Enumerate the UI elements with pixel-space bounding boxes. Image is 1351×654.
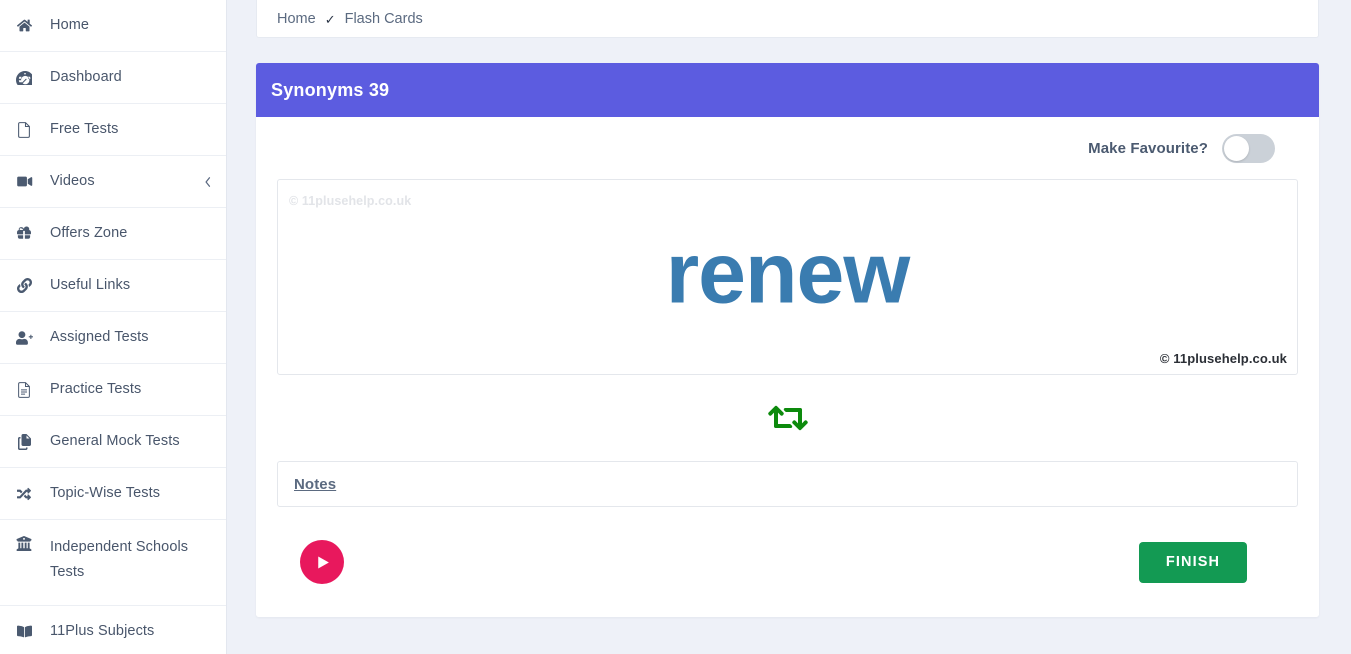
sidebar-item-label: Home [50,17,90,34]
dashboard-icon [12,70,36,86]
breadcrumb-home-link[interactable]: Home [277,11,316,27]
sidebar-item-label: 11Plus Subjects [50,623,155,640]
flip-row [276,375,1299,461]
make-favourite-label: Make Favourite? [1088,139,1208,157]
sidebar-item-videos[interactable]: Videos [0,156,226,208]
sidebar-item-label: Practice Tests [50,381,142,398]
app-root: Home Dashboard Free Tests Videos Offers … [0,0,1351,654]
panel-body: Make Favourite? © 11plusehelp.co.uk rene… [256,117,1319,617]
flashcard-panel: Synonyms 39 Make Favourite? © 11plusehel… [256,63,1319,617]
sidebar-item-label: Assigned Tests [50,329,149,346]
sidebar-item-11plus-subjects[interactable]: 11Plus Subjects [0,606,226,654]
user-plus-icon [12,330,36,345]
sidebar-item-label: Videos [50,173,95,190]
watermark-top: © 11plusehelp.co.uk [289,194,412,208]
flash-card[interactable]: © 11plusehelp.co.uk renew © 11plusehelp.… [277,179,1298,375]
sidebar-item-label: Offers Zone [50,225,128,242]
retweet-flip-icon[interactable] [765,401,811,435]
sidebar-item-independent-schools-tests[interactable]: Independent Schools Tests [0,520,226,606]
sidebar-item-label: Free Tests [50,121,119,138]
sidebar-item-assigned-tests[interactable]: Assigned Tests [0,312,226,364]
chevron-left-icon[interactable] [203,175,212,189]
sidebar-item-free-tests[interactable]: Free Tests [0,104,226,156]
sidebar: Home Dashboard Free Tests Videos Offers … [0,0,227,654]
sidebar-item-label: Independent Schools Tests [50,539,189,581]
document-lines-icon [12,381,36,398]
sidebar-item-home[interactable]: Home [0,0,226,52]
notes-link[interactable]: Notes [294,476,336,493]
sidebar-item-label: Useful Links [50,277,131,294]
finish-button[interactable]: FINISH [1139,541,1247,583]
sidebar-item-label: General Mock Tests [50,433,180,450]
actions-row: FINISH [276,507,1299,617]
shuffle-icon [12,487,36,501]
copy-files-icon [12,433,36,450]
gift-icon [12,226,36,241]
make-favourite-toggle[interactable] [1222,133,1275,163]
panel-header: Synonyms 39 [256,63,1319,117]
video-camera-icon [12,175,36,188]
bank-icon [12,536,36,551]
sidebar-item-practice-tests[interactable]: Practice Tests [0,364,226,416]
breadcrumb: Home ✓ Flash Cards [256,0,1319,38]
breadcrumb-current: Flash Cards [344,10,423,27]
main-content: Home ✓ Flash Cards Synonyms 39 Make Favo… [227,0,1351,654]
toggle-knob [1224,135,1249,161]
flash-card-word: renew [665,225,911,322]
sidebar-item-offers-zone[interactable]: Offers Zone [0,208,226,260]
sidebar-item-topic-wise-tests[interactable]: Topic-Wise Tests [0,468,226,520]
sidebar-item-dashboard[interactable]: Dashboard [0,52,226,104]
sidebar-item-useful-links[interactable]: Useful Links [0,260,226,312]
sidebar-item-general-mock-tests[interactable]: General Mock Tests [0,416,226,468]
home-icon [12,18,36,33]
watermark-bottom: © 11plusehelp.co.uk [1159,351,1287,366]
page-title: Synonyms 39 [271,79,390,100]
check-icon: ✓ [324,11,336,27]
book-icon [12,624,36,639]
link-icon [12,278,36,293]
sidebar-item-label: Dashboard [50,69,122,86]
notes-box: Notes [277,461,1298,507]
sidebar-item-label: Topic-Wise Tests [50,485,161,502]
make-favourite-row: Make Favourite? [276,117,1299,179]
play-circle-icon[interactable] [300,540,344,584]
file-icon [12,121,36,138]
